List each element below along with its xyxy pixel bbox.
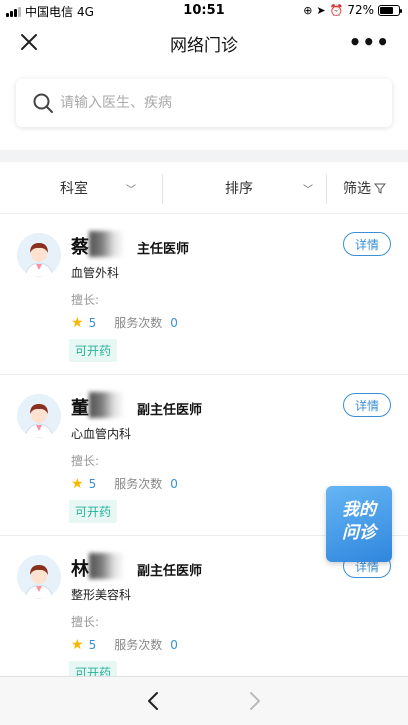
doctor-specialty: 擅长:: [71, 293, 100, 307]
filter-divider: [326, 174, 327, 204]
status-bar: 中国电信 4G 10:51 ⊕ ➤ ⏰ 72%: [0, 0, 408, 22]
doctor-specialty: 擅长:: [71, 454, 100, 468]
detail-button[interactable]: 详情: [343, 393, 391, 417]
doctor-name: 蔡: [71, 237, 89, 258]
doctor-avatar: [17, 555, 61, 599]
doctor-avatar: [17, 394, 61, 438]
service-count-label: 服务次数: [114, 316, 163, 330]
chevron-right-icon[interactable]: [243, 689, 265, 713]
status-right: ⊕ ➤ ⏰ 72%: [303, 3, 402, 17]
chevron-down-icon: ﹀: [126, 184, 136, 196]
alarm-icon: ⏰: [329, 3, 344, 17]
battery-percent: 72%: [347, 3, 374, 17]
doctor-stats: ★ 5 服务次数 0: [71, 314, 178, 331]
name-redaction: [89, 553, 125, 579]
service-count: 0: [170, 315, 178, 330]
navbar: 网络门诊 •••: [0, 22, 408, 64]
my-consultations-line2: 问诊: [342, 523, 376, 543]
service-count: 0: [170, 637, 178, 652]
service-count-label: 服务次数: [114, 477, 163, 491]
doctor-department: 心血管内科: [71, 427, 132, 441]
doctor-title: 主任医师: [137, 242, 190, 257]
search-box[interactable]: [16, 79, 392, 127]
star-icon: ★: [71, 314, 84, 331]
doctor-title: 副主任医师: [137, 403, 203, 418]
detail-button[interactable]: 详情: [343, 232, 391, 256]
department-filter[interactable]: 科室 ﹀: [60, 162, 136, 214]
doctor-specialty: 擅长:: [71, 615, 100, 629]
screen-filter-label: 筛选: [343, 181, 371, 197]
doctor-name: 董: [71, 398, 89, 419]
sort-filter[interactable]: 排序 ﹀: [225, 162, 313, 214]
chevron-down-icon: ﹀: [303, 184, 313, 196]
doctor-stats: ★ 5 服务次数 0: [71, 475, 178, 492]
doctor-department: 血管外科: [71, 266, 120, 280]
page-title: 网络门诊: [170, 36, 238, 56]
screen-filter[interactable]: 筛选: [343, 162, 386, 214]
lock-rotation-icon: ⊕: [303, 3, 313, 17]
section-divider: [0, 150, 408, 162]
department-filter-label: 科室: [60, 181, 88, 197]
search-input[interactable]: [60, 95, 360, 111]
prescription-badge: 可开药: [69, 339, 118, 362]
location-icon: ➤: [316, 3, 326, 17]
funnel-icon: [374, 183, 386, 194]
filter-bar: 科室 ﹀ 排序 ﹀ 筛选: [0, 162, 408, 214]
star-icon: ★: [71, 636, 84, 653]
service-count-label: 服务次数: [114, 638, 163, 652]
doctor-stats: ★ 5 服务次数 0: [71, 636, 178, 653]
battery-icon: [378, 4, 402, 16]
search-icon: [33, 93, 53, 113]
service-count: 0: [170, 476, 178, 491]
more-menu-button[interactable]: •••: [349, 30, 390, 54]
bottom-toolbar: [0, 676, 408, 725]
name-redaction: [89, 231, 125, 257]
doctor-department: 整形美容科: [71, 588, 132, 602]
filter-divider: [162, 174, 163, 204]
doctor-title: 副主任医师: [137, 564, 203, 579]
my-consultations-button[interactable]: 我的 问诊: [326, 486, 392, 562]
doctor-rating: 5: [88, 637, 97, 652]
sort-filter-label: 排序: [225, 181, 253, 197]
doctor-rating: 5: [88, 476, 97, 491]
doctor-avatar: [17, 233, 61, 277]
name-redaction: [89, 392, 125, 418]
doctor-card[interactable]: 蔡 主任医师 血管外科 擅长: ★ 5 服务次数 0 可开药 详情: [0, 215, 408, 375]
my-consultations-line1: 我的: [342, 500, 376, 520]
doctor-name: 林: [71, 559, 89, 580]
chevron-left-icon[interactable]: [143, 689, 165, 713]
doctor-rating: 5: [88, 315, 97, 330]
star-icon: ★: [71, 475, 84, 492]
prescription-badge: 可开药: [69, 500, 118, 523]
